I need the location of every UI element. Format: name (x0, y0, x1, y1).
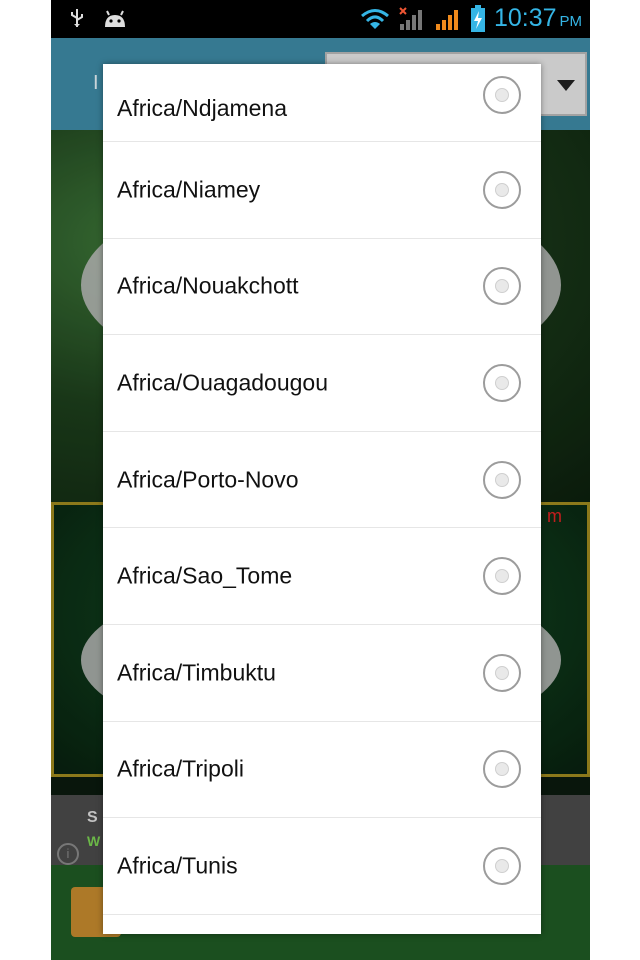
timezone-option-label: Africa/Sao_Tome (117, 562, 293, 589)
timezone-option-label: Africa/Ouagadougou (117, 369, 328, 396)
timezone-option[interactable]: Africa/Niamey (103, 142, 541, 239)
radio-button[interactable] (483, 846, 521, 885)
status-left-icons (69, 8, 127, 30)
timezone-dialog: Africa/Ndjamena Africa/Niamey Africa/Nouak… (103, 64, 541, 934)
radio-button[interactable] (483, 170, 521, 209)
battery-charging-icon (470, 4, 485, 32)
status-bar: 10:37 PM (51, 0, 590, 38)
usb-icon (71, 9, 83, 27)
timezone-option[interactable]: Africa/Ndjamena (103, 64, 541, 142)
clock-time: 10:37 (493, 4, 557, 32)
timezone-list: Africa/Ndjamena Africa/Niamey Africa/Nouak… (103, 64, 541, 915)
status-right-icons: 10:37 PM (360, 4, 582, 33)
android-icon (105, 10, 125, 27)
timezone-option[interactable]: Africa/Sao_Tome (103, 528, 541, 625)
radio-button[interactable] (483, 750, 521, 789)
signal-icon (435, 9, 458, 30)
timezone-option-label: Africa/Ndjamena (117, 95, 288, 121)
radio-button[interactable] (483, 267, 521, 306)
timezone-option-label: Africa/Timbuktu (117, 659, 276, 686)
radio-button[interactable] (483, 76, 521, 114)
timezone-option[interactable]: Africa/Timbuktu (103, 625, 541, 722)
timezone-option[interactable]: Africa/Ouagadougou (103, 335, 541, 432)
wifi-icon (360, 8, 389, 29)
radio-button[interactable] (483, 460, 521, 499)
radio-button[interactable] (483, 363, 521, 402)
timezone-option-label: Africa/Tripoli (117, 755, 244, 782)
status-clock: 10:37 PM (494, 4, 582, 33)
timezone-option-label: Africa/Tunis (117, 852, 238, 879)
clock-ampm: PM (559, 13, 583, 30)
radio-button[interactable] (483, 557, 521, 596)
timezone-option[interactable]: Africa/Porto-Novo (103, 432, 541, 529)
radio-button[interactable] (483, 653, 521, 692)
timezone-option-label: Africa/Nouakchott (117, 272, 299, 299)
timezone-option-label: Africa/Niamey (117, 176, 261, 203)
timezone-option[interactable]: Africa/Tunis (103, 818, 541, 915)
timezone-option-label: Africa/Porto-Novo (117, 466, 299, 493)
timezone-option[interactable]: Africa/Nouakchott (103, 239, 541, 336)
signal-off-icon (399, 6, 422, 30)
timezone-option[interactable]: Africa/Tripoli (103, 722, 541, 819)
